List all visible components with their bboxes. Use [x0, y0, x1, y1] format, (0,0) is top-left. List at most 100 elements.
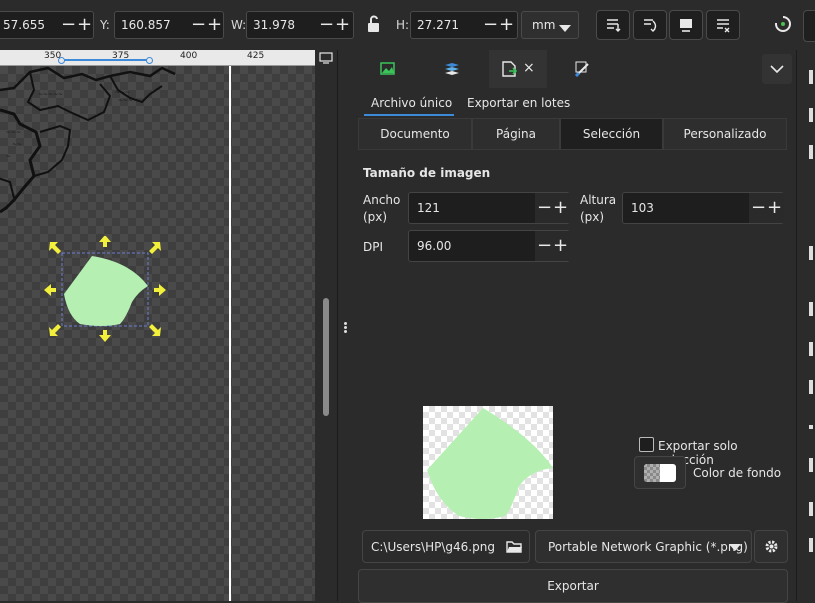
y-field[interactable]: 160.857 − + [114, 11, 224, 39]
horizontal-ruler: 350 375 400 425 [0, 50, 315, 66]
y-decrement-button[interactable]: − [191, 16, 206, 34]
overflow-button[interactable] [803, 10, 815, 42]
svg-text:~~~: ~~~ [118, 97, 133, 104]
width-increment-button[interactable]: + [553, 199, 568, 217]
height-decrement-button[interactable]: − [751, 199, 766, 217]
format-select[interactable]: Portable Network Graphic (*.png) [535, 530, 752, 563]
h-field[interactable]: 27.271 − + [410, 11, 518, 39]
w-field[interactable]: 31.978 − + [246, 11, 354, 39]
folder-open-icon[interactable] [506, 539, 523, 557]
segment-custom[interactable]: Personalizado [663, 118, 787, 150]
svg-text:~~~: ~~~ [6, 129, 21, 136]
height-value: 103 [631, 201, 654, 215]
align-transform-button-1[interactable] [596, 10, 630, 40]
w-decrement-button[interactable]: − [319, 16, 334, 34]
command-icon[interactable] [809, 425, 813, 429]
export-button[interactable]: Exportar [358, 569, 788, 603]
dpi-field[interactable]: 96.00 − + [408, 230, 570, 262]
export-file-icon [501, 61, 518, 80]
svg-text:~~~~~: ~~~~~ [38, 91, 63, 98]
scrollbar-thumb[interactable] [323, 298, 329, 416]
svg-text:~: ~ [6, 153, 11, 160]
tab-batch-export[interactable]: Exportar en lotes [467, 96, 570, 110]
tab-single-file[interactable]: Archivo único [371, 96, 452, 110]
command-icon[interactable] [809, 302, 813, 316]
command-icon[interactable] [809, 70, 813, 84]
units-value: mm [532, 18, 556, 32]
w-label: W: [231, 18, 247, 32]
color-swatch [644, 464, 676, 482]
height-field[interactable]: 103 − + [622, 192, 784, 224]
dpi-increment-button[interactable]: + [553, 237, 568, 255]
tab-export[interactable]: × [489, 50, 547, 88]
w-increment-button[interactable]: + [335, 16, 350, 34]
y-increment-button[interactable]: + [207, 16, 222, 34]
command-icon[interactable] [809, 380, 813, 394]
command-icon[interactable] [809, 108, 813, 122]
dock-menu-button[interactable] [762, 54, 792, 84]
filename-value: C:\Users\HP\g46.png [371, 540, 495, 554]
command-icon[interactable] [809, 538, 813, 552]
h-decrement-button[interactable]: − [483, 16, 498, 34]
h-value: 27.271 [417, 18, 459, 32]
ruler-selection-indicator [60, 59, 150, 61]
y-label: Y: [100, 18, 110, 32]
ruler-selection-start [58, 57, 65, 64]
dock-tab-bar: × [352, 50, 796, 88]
dpi-decrement-button[interactable]: − [537, 237, 552, 255]
display-mode-button[interactable] [315, 50, 337, 66]
width-unit-label: (px) [363, 210, 388, 224]
command-icon[interactable] [809, 502, 813, 516]
selected-shape[interactable] [40, 236, 170, 346]
fill-stroke-icon[interactable] [574, 61, 591, 80]
segment-selection[interactable]: Selección [560, 118, 663, 150]
lock-open-icon[interactable] [366, 15, 382, 36]
panel-splitter[interactable] [337, 50, 353, 601]
canvas-vertical-scrollbar[interactable] [315, 66, 337, 601]
canvas[interactable]: ~~~~~ ~~~ ~~~ ~~~ ~~ ~ [0, 50, 315, 601]
width-decrement-button[interactable]: − [537, 199, 552, 217]
segment-document[interactable]: Documento [358, 118, 472, 150]
w-value: 31.978 [253, 18, 295, 32]
width-field[interactable]: 121 − + [408, 192, 570, 224]
layers-icon[interactable] [444, 62, 460, 81]
format-value: Portable Network Graphic (*.png) [548, 540, 748, 554]
command-icon[interactable] [809, 145, 813, 159]
x-field[interactable]: 57.655 − + [0, 11, 94, 39]
ruler-tick: 400 [180, 51, 198, 61]
command-icon[interactable] [809, 246, 813, 260]
width-label: Ancho [363, 193, 401, 207]
background-color-button[interactable] [634, 456, 686, 489]
h-increment-button[interactable]: + [499, 16, 514, 34]
width-value: 121 [417, 201, 440, 215]
toolbar: 57.655 − + Y: 160.857 − + W: 31.978 − + … [0, 0, 815, 51]
section-title: Tamaño de imagen [363, 166, 491, 180]
height-increment-button[interactable]: + [767, 199, 782, 217]
chevron-down-icon [729, 544, 741, 551]
dpi-label: DPI [363, 240, 384, 254]
units-select[interactable]: mm [521, 11, 579, 39]
command-icon[interactable] [809, 458, 813, 472]
image-properties-icon[interactable] [380, 62, 396, 79]
move-gradients-icon [717, 19, 730, 33]
green-shape [64, 256, 148, 326]
chevron-down-icon [559, 22, 571, 36]
snap-toggle-icon[interactable] [774, 15, 792, 36]
close-icon[interactable]: × [523, 60, 535, 76]
gear-icon [765, 540, 778, 553]
filename-field[interactable]: C:\Users\HP\g46.png [362, 530, 530, 563]
align-transform-button-2[interactable] [633, 10, 667, 40]
y-value: 160.857 [121, 18, 171, 32]
only-selection-checkbox[interactable] [639, 437, 654, 452]
export-settings-button[interactable] [754, 530, 788, 563]
chevron-down-icon [770, 65, 784, 74]
align-transform-button-4[interactable] [706, 10, 740, 40]
svg-text:~~: ~~ [12, 141, 22, 148]
map-drawing: ~~~~~ ~~~ ~~~ ~~~ ~~ ~ [0, 66, 176, 214]
segment-page[interactable]: Página [472, 118, 560, 150]
align-transform-button-3[interactable] [669, 10, 703, 40]
x-increment-button[interactable]: + [77, 16, 92, 34]
export-panel: × Archivo único Exportar en lotes Docume… [352, 50, 796, 603]
command-icon[interactable] [809, 342, 813, 356]
x-decrement-button[interactable]: − [61, 16, 76, 34]
